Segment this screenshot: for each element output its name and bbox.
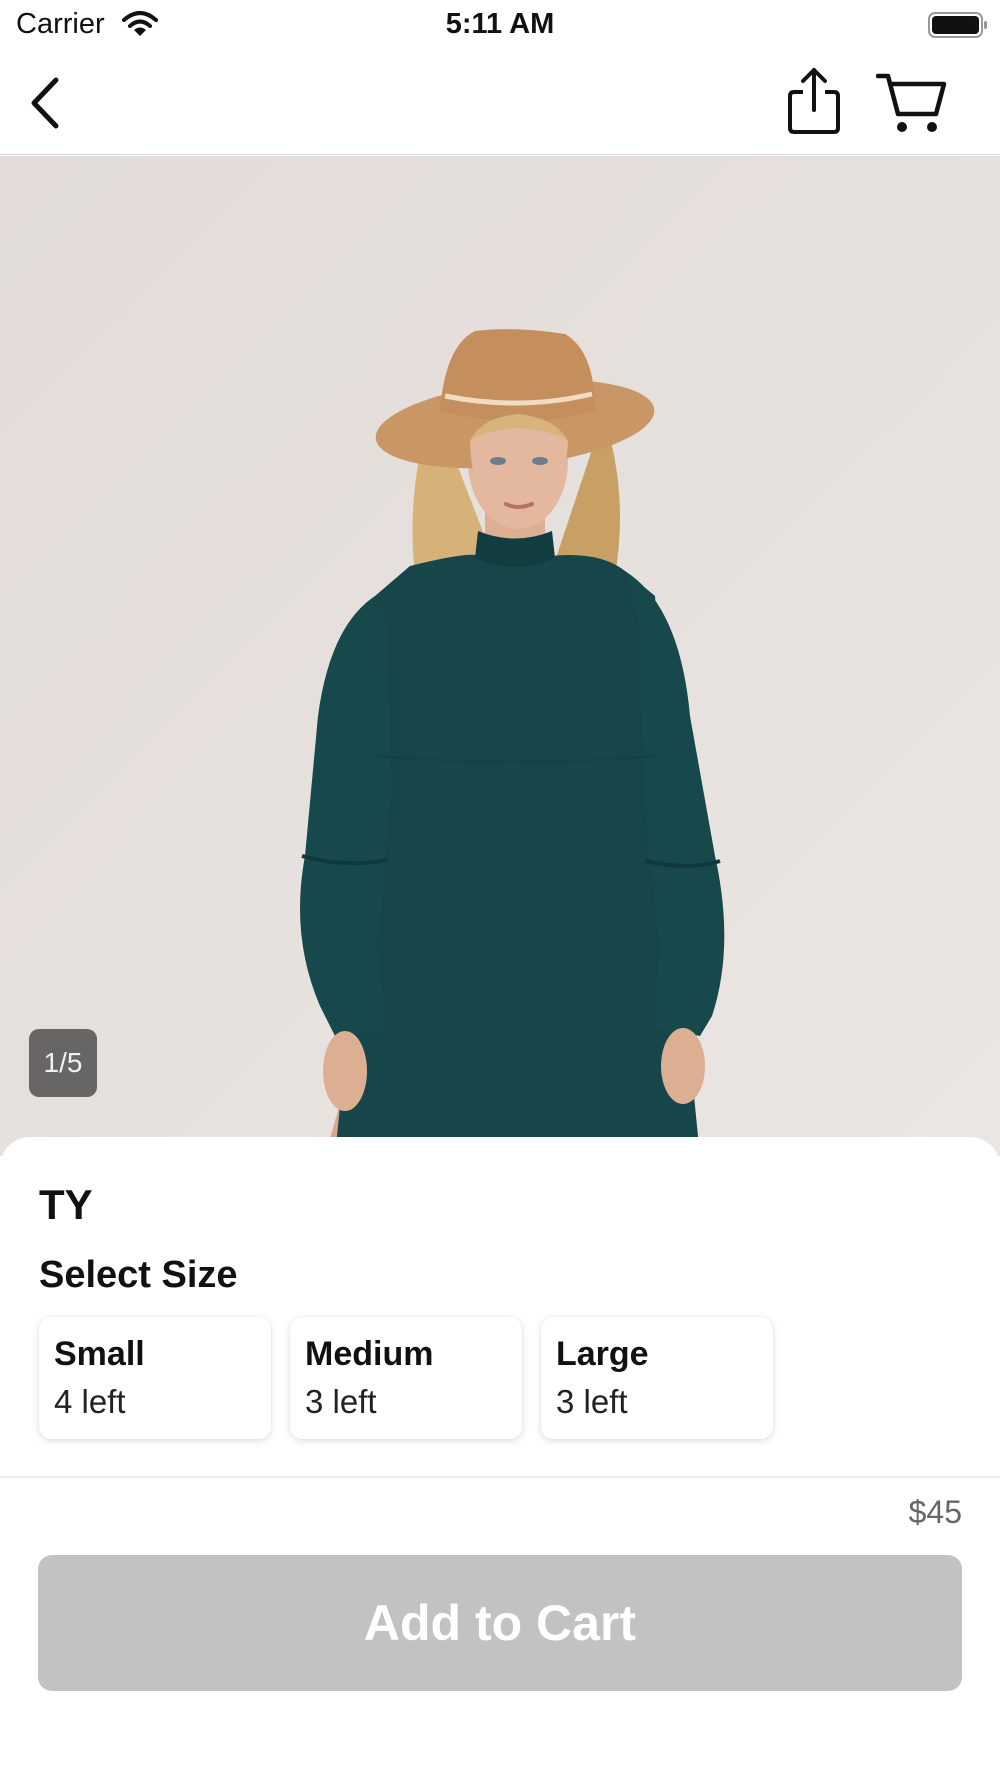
size-option-large[interactable]: Large 3 left	[541, 1317, 773, 1439]
divider	[0, 1476, 1000, 1478]
image-page-indicator: 1/5	[29, 1029, 97, 1097]
status-time: 5:11 AM	[445, 8, 555, 40]
size-options: Small 4 left Medium 3 left Large 3 left	[39, 1317, 799, 1439]
product-image	[0, 156, 1000, 1156]
size-stock: 3 left	[305, 1383, 377, 1420]
cart-button[interactable]	[875, 70, 948, 136]
share-icon	[788, 68, 840, 134]
add-to-cart-button[interactable]: Add to Cart	[38, 1555, 962, 1691]
size-name: Large	[556, 1335, 649, 1373]
size-option-small[interactable]: Small 4 left	[39, 1317, 271, 1439]
nav-bar	[0, 52, 1000, 155]
select-size-heading: Select Size	[39, 1254, 238, 1296]
size-option-medium[interactable]: Medium 3 left	[290, 1317, 522, 1439]
back-button[interactable]	[22, 72, 72, 134]
battery-icon	[928, 12, 987, 38]
size-stock: 4 left	[54, 1383, 126, 1420]
status-bar: Carrier 5:11 AM	[0, 0, 1000, 50]
size-stock: 3 left	[556, 1383, 628, 1420]
chevron-left-icon	[31, 77, 59, 129]
cart-icon	[875, 73, 947, 132]
product-price: $45	[908, 1494, 962, 1530]
share-button[interactable]	[786, 66, 842, 136]
size-name: Small	[54, 1335, 145, 1373]
product-brand: TY	[39, 1181, 93, 1228]
product-photo[interactable]	[0, 156, 1000, 1156]
size-name: Medium	[305, 1335, 434, 1373]
